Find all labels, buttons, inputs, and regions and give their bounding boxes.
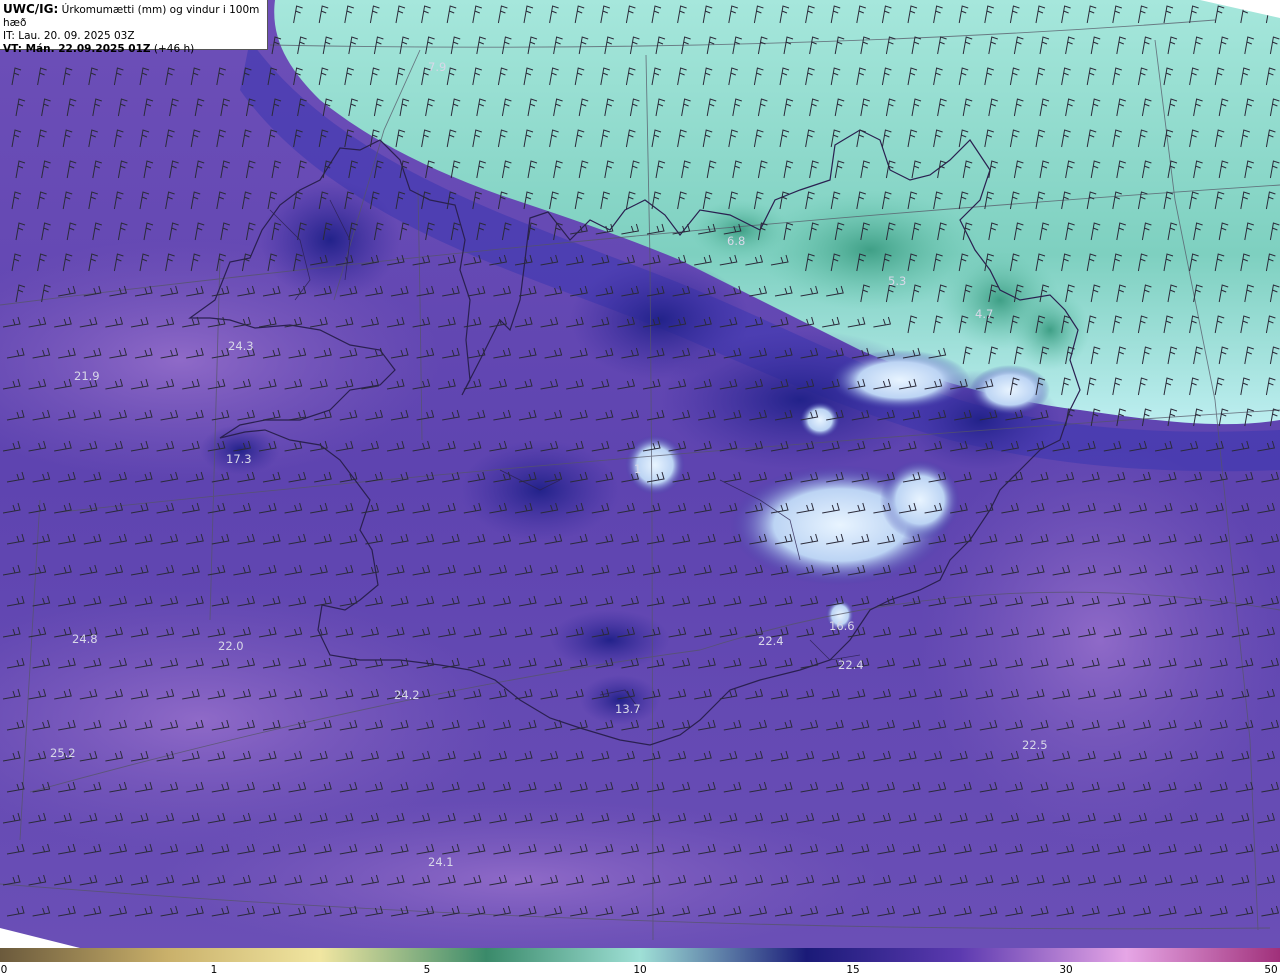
field-value: 1	[634, 462, 641, 476]
weather-map-view: 7.9 6.8 5.3 4.7 24.3 21.9 17.3 1 24.8 22…	[0, 0, 1280, 978]
forecast-hour: (+46 h)	[153, 43, 195, 55]
field-value: 25.2	[50, 746, 76, 760]
valid-time-line: VT: Mán. 22.09.2025 01Z (+46 h)	[3, 43, 267, 56]
field-value: 22.5	[1022, 738, 1048, 752]
colorbar-tick: 10	[633, 964, 647, 976]
field-value: 16.6	[829, 619, 855, 633]
field-value: 5.3	[888, 274, 906, 288]
header-title-line: UWC/IG: Úrkomumætti (mm) og vindur i 100…	[3, 3, 267, 30]
field-value: 22.4	[838, 658, 864, 672]
field-value: 6.8	[727, 234, 745, 248]
field-value: 22.4	[758, 634, 784, 648]
field-value: 17.3	[226, 452, 252, 466]
field-value: 24.1	[428, 855, 454, 869]
precipitable-water-map: 7.9 6.8 5.3 4.7 24.3 21.9 17.3 1 24.8 22…	[0, 0, 1280, 948]
map-header: UWC/IG: Úrkomumætti (mm) og vindur i 100…	[0, 0, 268, 55]
colorbar-tick: 1	[210, 964, 218, 976]
field-value: 24.3	[228, 339, 254, 353]
init-time: IT: Lau. 20. 09. 2025 03Z	[3, 30, 135, 42]
colorbar-tick: 5	[423, 964, 431, 976]
colorbar-tick: 0	[0, 964, 8, 976]
field-value: 13.7	[615, 702, 641, 716]
field-value: 22.0	[218, 639, 244, 653]
field-value: 7.9	[428, 60, 446, 74]
product-name: UWC/IG:	[3, 2, 59, 16]
colorbar-tick: 30	[1059, 964, 1073, 976]
colorbar-tick: 50	[1264, 964, 1278, 976]
colorbar	[0, 948, 1280, 962]
field-value: 21.9	[74, 369, 100, 383]
field-value: 24.2	[394, 688, 420, 702]
field-value: 4.7	[975, 307, 993, 321]
colorbar-tick: 15	[846, 964, 860, 976]
colorbar-ticks: 0 1 5 10 15 30 50	[0, 962, 1280, 978]
field-value: 24.8	[72, 632, 98, 646]
valid-time: VT: Mán. 22.09.2025 01Z	[3, 43, 151, 55]
